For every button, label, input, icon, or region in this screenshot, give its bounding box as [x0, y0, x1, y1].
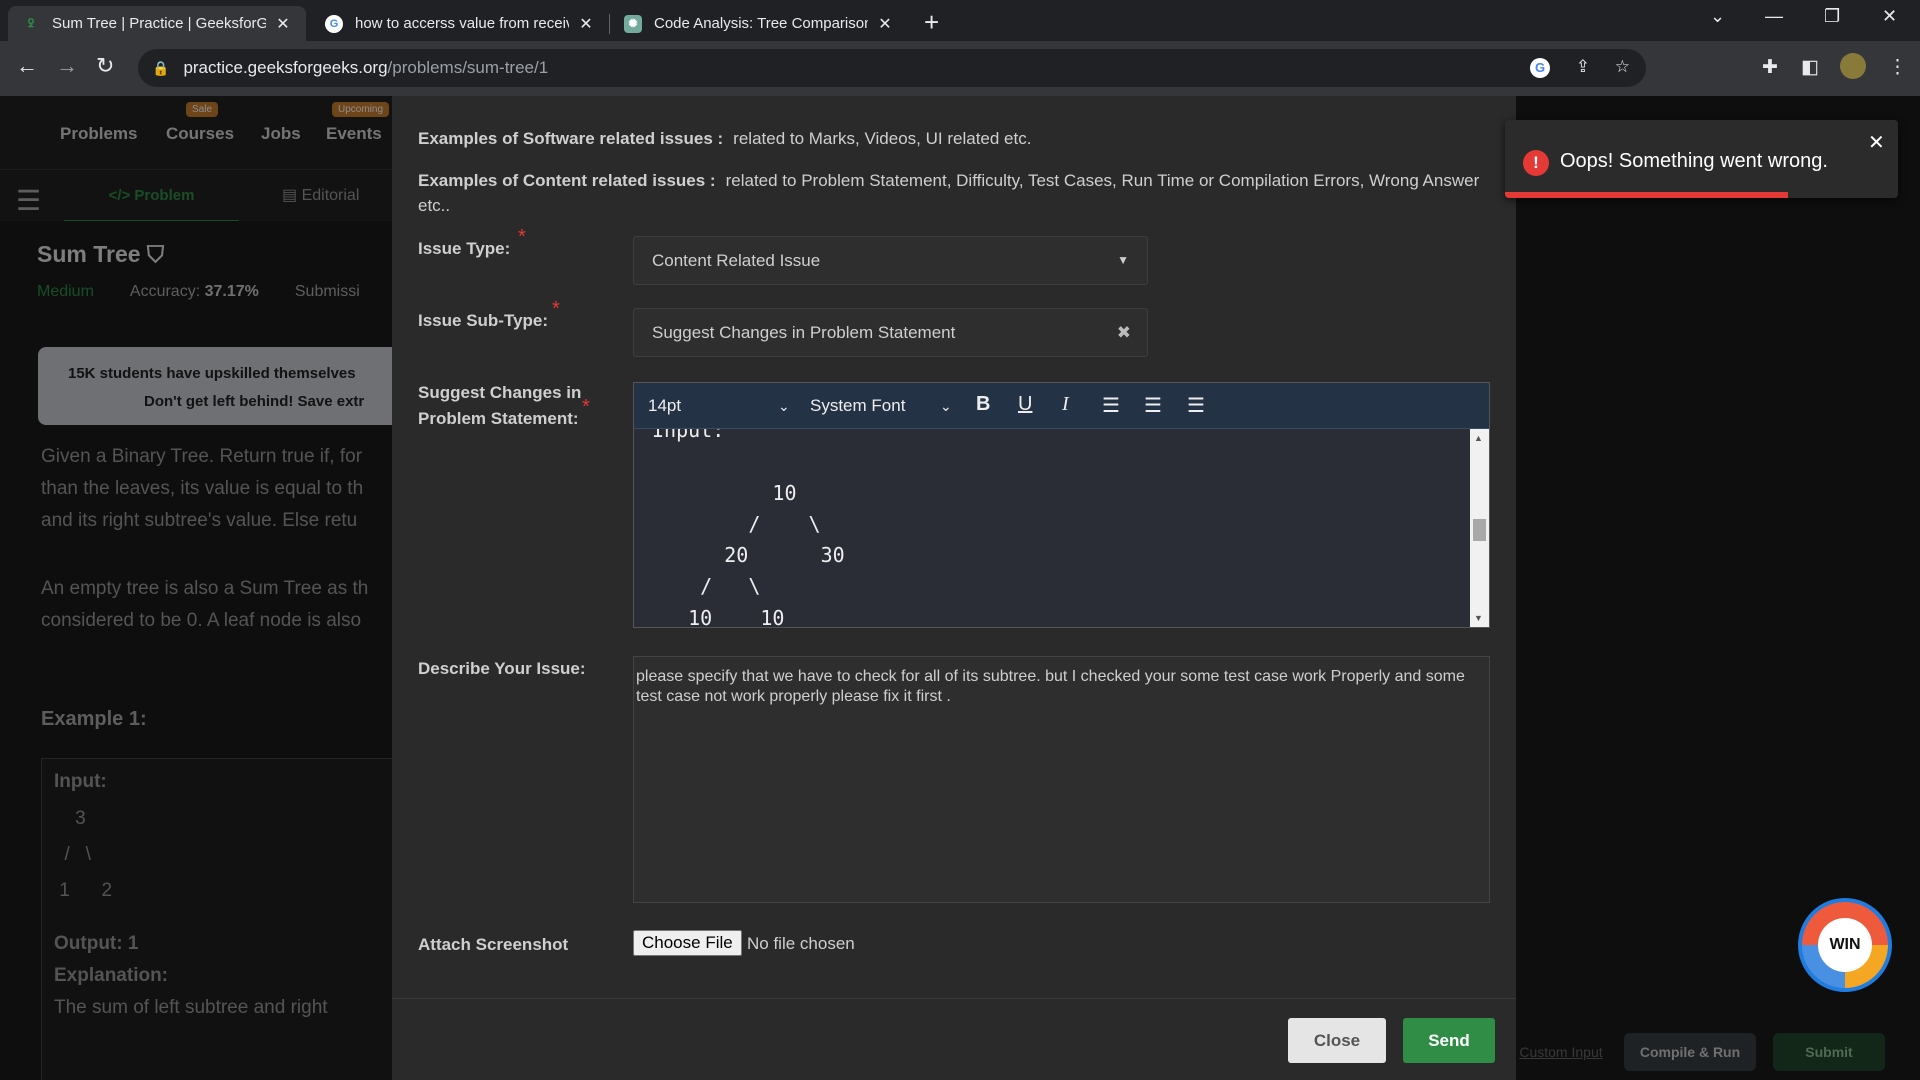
- win-label: WIN: [1818, 918, 1872, 972]
- error-toast: ! Oops! Something went wrong. ✕: [1505, 120, 1898, 198]
- share-icon[interactable]: ⇪: [1576, 57, 1590, 77]
- dropdown-caret-icon: ▼: [1117, 253, 1129, 267]
- choose-file-button[interactable]: Choose File: [633, 930, 742, 956]
- back-icon[interactable]: ←: [16, 53, 38, 79]
- font-size-select[interactable]: 14pt: [648, 396, 681, 416]
- new-tab-icon[interactable]: +: [924, 7, 939, 38]
- required-marker: *: [582, 396, 590, 418]
- star-icon[interactable]: ☆: [1615, 57, 1630, 77]
- google-lens-icon[interactable]: G: [1530, 58, 1550, 78]
- file-status: No file chosen: [747, 934, 855, 953]
- extensions-icon[interactable]: ✚: [1762, 56, 1778, 79]
- clear-icon[interactable]: ✖: [1117, 309, 1131, 356]
- bold-icon[interactable]: B: [976, 393, 990, 416]
- editor-scrollbar[interactable]: ▲ ▼: [1470, 429, 1489, 627]
- close-tab-icon[interactable]: ✕: [577, 14, 595, 34]
- scrollbar-thumb[interactable]: [1473, 519, 1486, 541]
- close-tab-icon[interactable]: ✕: [274, 14, 292, 34]
- tab-search-icon[interactable]: ⌄: [1710, 6, 1725, 27]
- chevron-down-icon[interactable]: ⌄: [778, 398, 790, 415]
- software-examples: Examples of Software related issues : rel…: [418, 129, 1032, 148]
- forward-icon[interactable]: →: [56, 53, 78, 79]
- issue-type-select[interactable]: Content Related Issue ▼: [633, 236, 1148, 285]
- address-bar[interactable]: 🔒 practice.geeksforgeeks.org/problems/su…: [138, 49, 1646, 87]
- chatgpt-icon: ✺: [624, 14, 642, 33]
- font-family-select[interactable]: System Font: [810, 396, 905, 416]
- scroll-up-icon[interactable]: ▲: [1474, 433, 1483, 443]
- report-issue-modal: Examples of Software related issues : rel…: [392, 96, 1516, 1080]
- google-icon: G: [325, 14, 343, 33]
- required-marker: *: [552, 298, 560, 320]
- minimize-icon[interactable]: —: [1765, 6, 1783, 27]
- align-right-icon[interactable]: ☰: [1144, 393, 1162, 418]
- browser-tab-strip: ꝿ Sum Tree | Practice | GeeksforGeeks ✕ …: [0, 0, 1920, 41]
- win-wheel-widget[interactable]: WIN: [1798, 898, 1892, 992]
- toast-progress-bar: [1505, 192, 1788, 198]
- restore-icon[interactable]: ❐: [1824, 6, 1840, 27]
- tab-google-search[interactable]: G how to accerss value from receive ✕: [311, 6, 609, 41]
- underline-icon[interactable]: U: [1018, 393, 1032, 416]
- rich-text-editor: 14pt ⌄ System Font ⌄ B U I ☰ ☰ ☰ Input: …: [633, 382, 1490, 628]
- editor-content[interactable]: Input: 10 / \ 20 30 / \ 10 10: [634, 429, 1470, 627]
- content-examples: Examples of Content related issues : rela…: [418, 171, 1480, 215]
- tab-code-analysis[interactable]: ✺ Code Analysis: Tree Comparison ✕: [610, 6, 908, 41]
- error-icon: !: [1523, 150, 1549, 176]
- issue-subtype-label: Issue Sub-Type:: [418, 311, 549, 330]
- modal-footer-divider: [392, 998, 1516, 999]
- required-marker: *: [518, 226, 526, 248]
- close-button[interactable]: Close: [1288, 1018, 1386, 1063]
- editor-toolbar: 14pt ⌄ System Font ⌄ B U I ☰ ☰ ☰: [634, 383, 1489, 429]
- suggest-changes-label: Suggest Changes in Problem Statement:: [418, 383, 582, 428]
- reload-icon[interactable]: ↻: [96, 53, 114, 79]
- profile-avatar[interactable]: [1840, 53, 1866, 79]
- attach-screenshot-label: Attach Screenshot: [418, 935, 569, 954]
- describe-issue-label: Describe Your Issue:: [418, 659, 586, 678]
- send-button[interactable]: Send: [1403, 1018, 1495, 1063]
- italic-icon[interactable]: I: [1062, 393, 1069, 416]
- toast-close-icon[interactable]: ✕: [1868, 130, 1885, 155]
- side-panel-icon[interactable]: ◧: [1801, 56, 1819, 79]
- url-host: practice.geeksforgeeks.org: [183, 58, 388, 77]
- window-close-icon[interactable]: ✕: [1882, 6, 1897, 27]
- lock-icon: 🔒: [152, 59, 170, 76]
- gfg-icon: ꝿ: [27, 18, 35, 30]
- align-center-icon[interactable]: ☰: [1187, 393, 1205, 418]
- tab-sum-tree[interactable]: ꝿ Sum Tree | Practice | GeeksforGeeks ✕: [8, 6, 306, 41]
- issue-type-label: Issue Type:: [418, 239, 511, 258]
- url-path: /problems/sum-tree/1: [387, 58, 549, 77]
- describe-issue-textarea[interactable]: please specify that we have to check for…: [633, 656, 1490, 903]
- browser-toolbar: ← → ↻ 🔒 practice.geeksforgeeks.org/probl…: [0, 41, 1920, 96]
- menu-icon[interactable]: ⋮: [1888, 56, 1907, 79]
- toast-message: Oops! Something went wrong.: [1560, 150, 1828, 172]
- scroll-down-icon[interactable]: ▼: [1474, 613, 1483, 623]
- issue-subtype-select[interactable]: Suggest Changes in Problem Statement ✖: [633, 308, 1148, 357]
- close-tab-icon[interactable]: ✕: [876, 14, 894, 34]
- chevron-down-icon[interactable]: ⌄: [940, 398, 952, 415]
- align-left-icon[interactable]: ☰: [1102, 393, 1120, 418]
